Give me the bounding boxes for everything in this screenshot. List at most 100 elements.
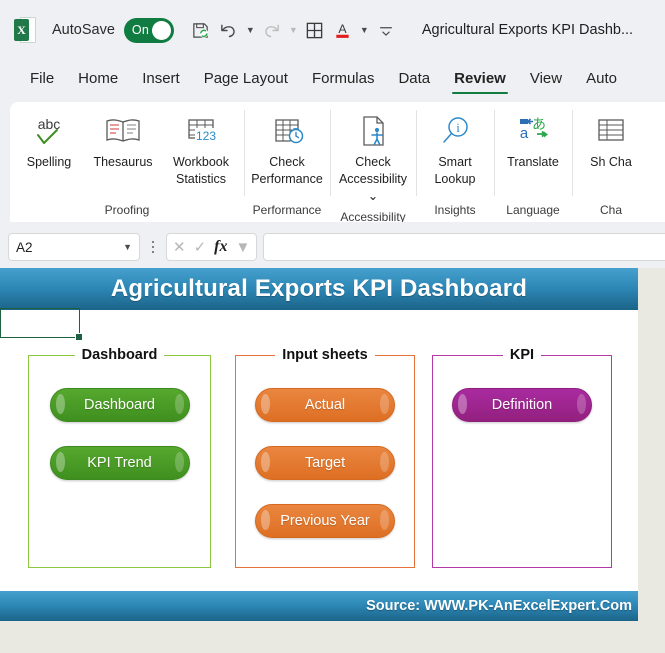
svg-text:あ: あ — [532, 116, 546, 132]
translate-icon: a あ — [513, 111, 553, 153]
tab-automate[interactable]: Auto — [574, 66, 629, 96]
ribbon-group-changes: Sh Cha Cha — [572, 102, 650, 222]
autosave-toggle[interactable]: On — [123, 17, 174, 43]
button-actual[interactable]: Actual — [255, 388, 395, 422]
page-title: Agricultural Exports KPI Dashboard — [110, 275, 528, 302]
ribbon-group-insights: i Smart Lookup Insights — [416, 102, 494, 222]
formula-bar-more-options-icon[interactable] — [145, 240, 161, 254]
button-kpi-trend[interactable]: KPI Trend — [49, 446, 190, 480]
svg-text:i: i — [456, 120, 460, 135]
ribbon-group-label: Proofing — [104, 203, 150, 217]
ribbon-button-label: Smart Lookup — [434, 155, 476, 186]
redo-dropdown-chevron-down-icon: ▼ — [288, 24, 298, 35]
autosave-label: AutoSave — [52, 22, 115, 38]
smart-lookup-icon: i — [435, 111, 475, 153]
ribbon-button-label: Spelling — [26, 155, 72, 169]
workbook-statistics-icon: 123 — [181, 111, 221, 153]
ribbon-group-label: Cha — [599, 203, 622, 217]
tab-home[interactable]: Home — [66, 66, 130, 96]
svg-text:a: a — [520, 125, 529, 142]
group-title-input-sheets: Input sheets — [275, 346, 375, 365]
dashboard-title-banner: Agricultural Exports KPI Dashboard — [0, 268, 638, 310]
customize-quick-access-toolbar-icon[interactable] — [372, 15, 400, 45]
ribbon-button-check-accessibility[interactable]: Check Accessibility ⌄ — [332, 108, 414, 205]
button-label: Previous Year — [280, 513, 370, 529]
formula-bar: A2 ▼ ✕ ✓ fx ▼ — [8, 230, 665, 264]
font-color-icon[interactable]: A — [329, 15, 357, 45]
button-definition[interactable]: Definition — [452, 388, 592, 422]
show-changes-icon — [591, 111, 631, 153]
ribbon-group-label: Insights — [434, 203, 476, 217]
redo-icon — [258, 15, 286, 45]
ribbon-group-label: Accessibility — [340, 209, 406, 222]
ribbon-group-label: Performance — [252, 203, 322, 217]
ribbon-button-workbook-statistics[interactable]: 123 Workbook Statistics — [160, 108, 242, 188]
excel-window: X AutoSave On ▼ ▼ A ▼ Agricultural Expor… — [0, 0, 665, 653]
tab-insert[interactable]: Insert — [130, 66, 192, 96]
group-frame — [432, 355, 612, 568]
ribbon-button-smart-lookup[interactable]: i Smart Lookup — [418, 108, 492, 188]
ribbon-group-accessibility: Check Accessibility ⌄ Accessibility — [330, 102, 416, 222]
undo-icon[interactable] — [215, 15, 243, 45]
check-accessibility-icon — [353, 111, 393, 153]
svg-text:A: A — [339, 22, 348, 36]
ribbon-button-check-performance[interactable]: Check Performance — [246, 108, 328, 188]
title-bar: X AutoSave On ▼ ▼ A ▼ Agricultural Expor… — [0, 0, 665, 60]
group-input-sheets: Input sheets Actual Target Previous Year — [235, 346, 415, 568]
thesaurus-icon — [103, 111, 143, 153]
dashboard-footer-banner: Source: WWW.PK-AnExcelExpert.Com — [0, 591, 638, 621]
ribbon-button-thesaurus[interactable]: Thesaurus — [86, 108, 160, 171]
tab-review[interactable]: Review — [442, 66, 518, 96]
button-previous-year[interactable]: Previous Year — [255, 504, 395, 538]
tab-formulas[interactable]: Formulas — [300, 66, 387, 96]
source-label: Source: WWW.PK-AnExcelExpert.Com — [366, 598, 632, 614]
button-dashboard[interactable]: Dashboard — [49, 388, 190, 422]
button-label: Definition — [491, 397, 553, 413]
button-target[interactable]: Target — [255, 446, 395, 480]
button-label: Target — [304, 455, 346, 471]
formula-actions: ✕ ✓ fx ▼ — [166, 233, 258, 261]
formula-input[interactable] — [263, 233, 665, 261]
svg-text:123: 123 — [196, 129, 216, 143]
insert-function-icon[interactable]: fx — [214, 238, 227, 256]
name-box[interactable]: A2 ▼ — [8, 233, 140, 261]
group-kpi: KPI Definition — [432, 346, 612, 568]
ribbon: abc Spelling Thesaurus 123 Workbook Stat… — [10, 102, 665, 222]
cancel-icon[interactable]: ✕ — [173, 238, 186, 256]
button-label: Actual — [304, 397, 346, 413]
ribbon-button-label: Workbook Statistics — [172, 155, 230, 186]
worksheet-area: Agricultural Exports KPI Dashboard Dashb… — [0, 268, 665, 653]
ribbon-button-label: Sh Cha — [590, 155, 632, 169]
font-color-chevron-down-icon[interactable]: ▼ — [357, 15, 372, 45]
tab-data[interactable]: Data — [386, 66, 442, 96]
window-title: Agricultural Exports KPI Dashb... — [421, 22, 634, 38]
quick-access-toolbar: ▼ ▼ A ▼ — [187, 15, 400, 45]
ribbon-button-label: Translate — [507, 155, 559, 169]
tab-view[interactable]: View — [518, 66, 574, 96]
enter-icon[interactable]: ✓ — [194, 238, 207, 256]
button-label: Dashboard — [84, 397, 155, 413]
button-label: KPI Trend — [87, 455, 152, 471]
ribbon-button-text: Check Accessibility — [338, 155, 408, 186]
group-title-dashboard: Dashboard — [74, 346, 165, 365]
group-dashboard: Dashboard Dashboard KPI Trend — [28, 346, 211, 568]
borders-icon[interactable] — [301, 15, 329, 45]
selected-cell-a2[interactable] — [0, 308, 83, 341]
toggle-knob — [151, 20, 171, 40]
save-icon[interactable] — [187, 15, 215, 45]
ribbon-button-translate[interactable]: a あ Translate — [496, 108, 570, 171]
chevron-down-icon[interactable]: ⌄ — [368, 189, 378, 203]
ribbon-button-show-changes[interactable]: Sh Cha — [574, 108, 648, 171]
formula-bar-chevron-down-icon[interactable]: ▼ — [235, 240, 250, 255]
tab-file[interactable]: File — [18, 66, 66, 96]
ribbon-group-performance: Check Performance Performance — [244, 102, 330, 222]
undo-dropdown-chevron-down-icon[interactable]: ▼ — [243, 15, 258, 45]
ribbon-button-spelling[interactable]: abc Spelling — [12, 108, 86, 171]
name-box-chevron-down-icon[interactable]: ▼ — [123, 242, 132, 252]
ribbon-group-label: Language — [506, 203, 560, 217]
name-box-value: A2 — [16, 239, 33, 255]
tab-page-layout[interactable]: Page Layout — [192, 66, 300, 96]
autosave-state-label: On — [131, 23, 149, 37]
ribbon-button-label: Check Performance — [251, 155, 323, 186]
ribbon-group-proofing: abc Spelling Thesaurus 123 Workbook Stat… — [10, 102, 244, 222]
